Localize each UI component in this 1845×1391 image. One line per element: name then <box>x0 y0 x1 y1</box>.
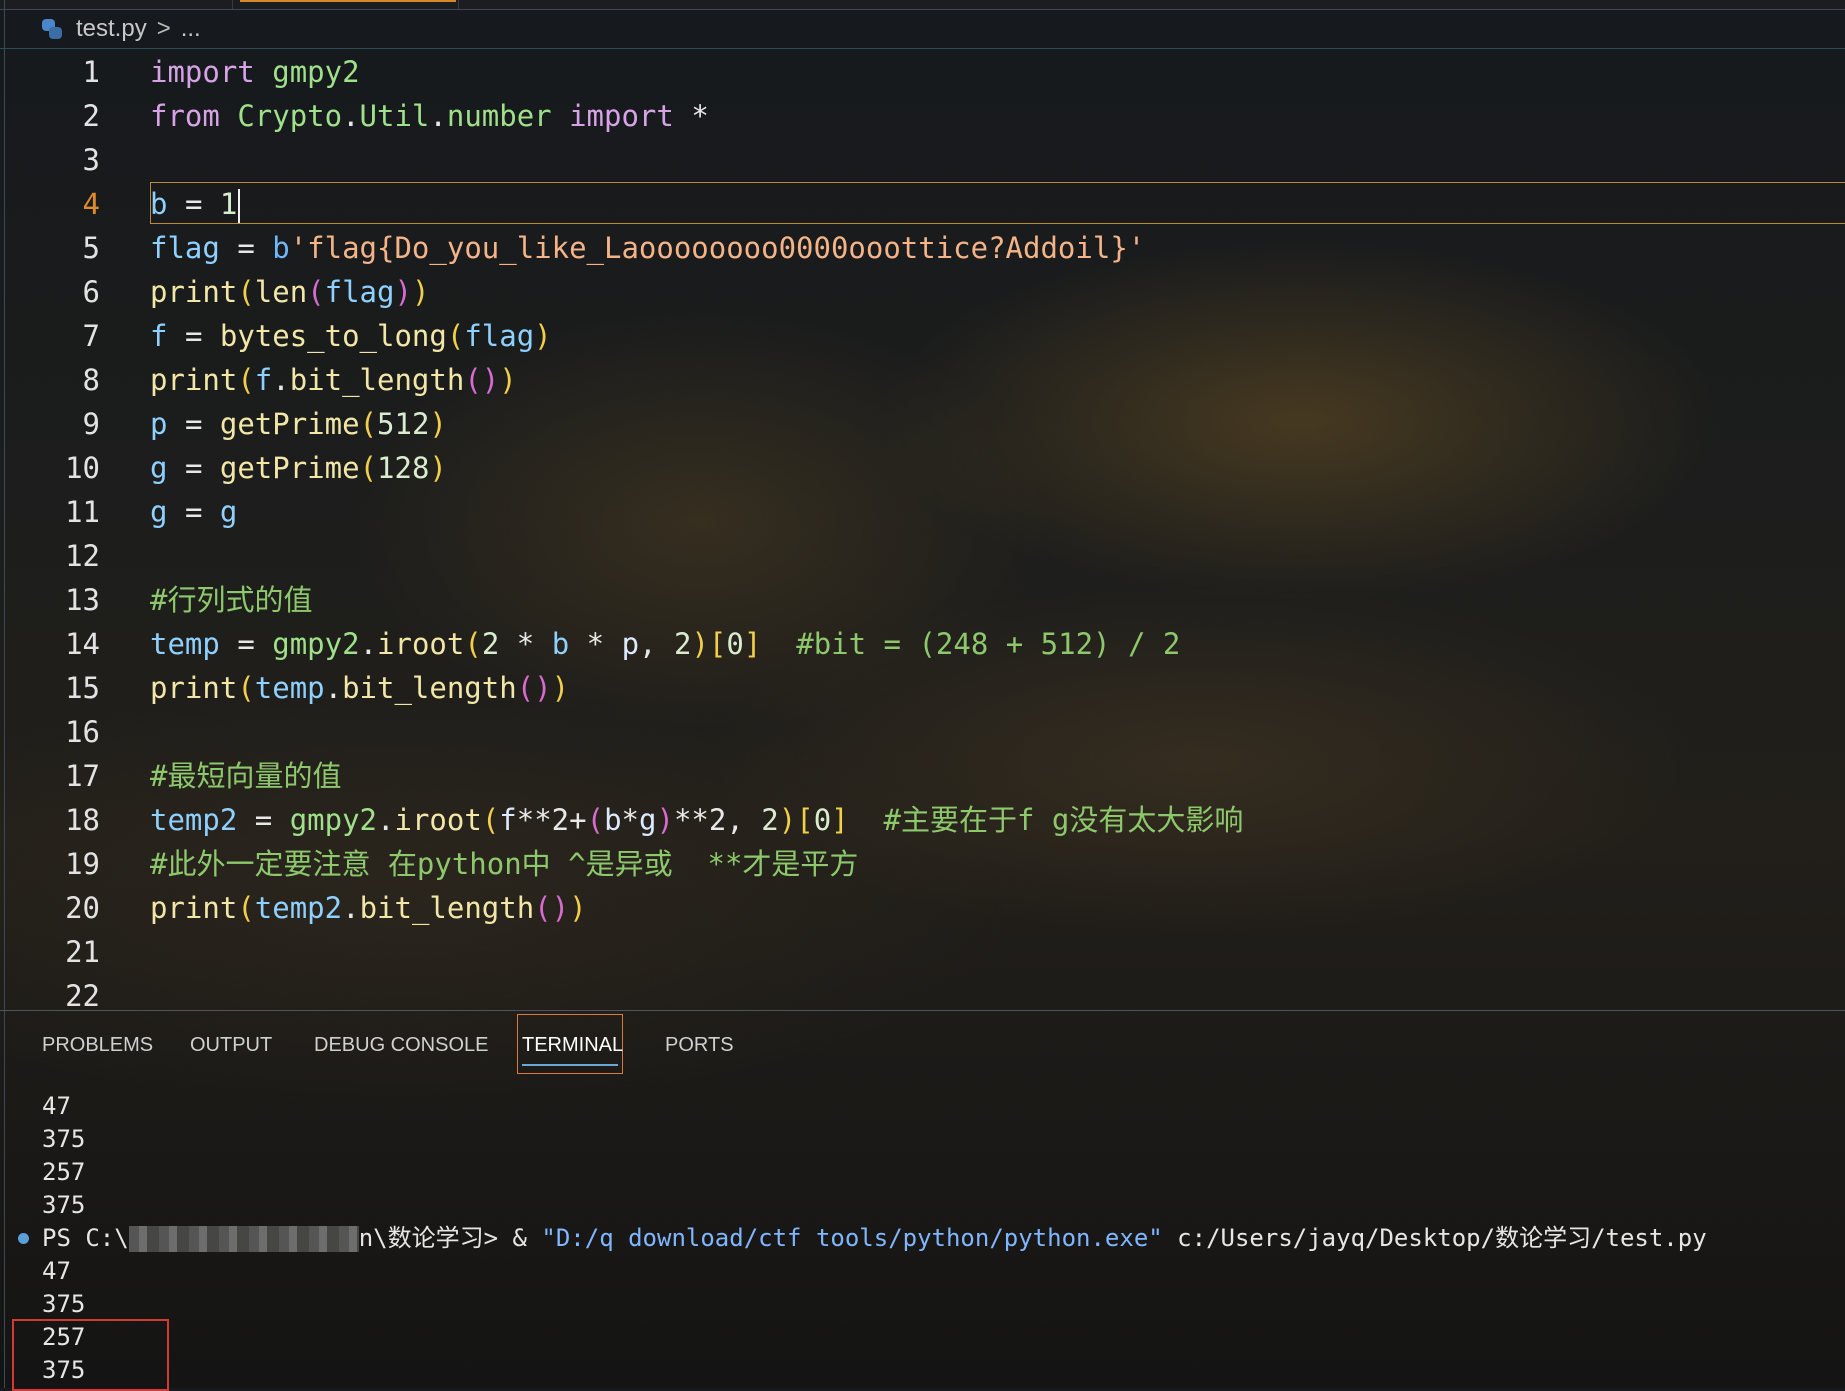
tab-separator <box>232 0 233 9</box>
terminal-output-line: 257 <box>42 1158 86 1186</box>
code-line[interactable]: 14 temp = gmpy2.iroot(2 * b * p, 2)[0] #… <box>0 622 1845 666</box>
terminal-command-line: PS C:\ n\数论学习> & "D:/q download/ctf tools… <box>42 1224 1707 1252</box>
line-number: 2 <box>82 99 100 133</box>
line-number: 10 <box>65 451 100 485</box>
python-file-icon <box>40 17 64 41</box>
code-line[interactable]: 10 g = getPrime(128) <box>0 446 1845 490</box>
code-line[interactable]: 5 flag = b'flag{Do_you_like_Laoooooooo00… <box>0 226 1845 270</box>
line-number: 19 <box>65 847 100 881</box>
code-line[interactable]: 3 <box>0 138 1845 182</box>
line-number: 16 <box>65 715 100 749</box>
active-tab-underline <box>522 1064 618 1066</box>
terminal-output-line: 47 <box>42 1092 71 1120</box>
terminal-output-line: 47 <box>42 1257 71 1285</box>
code-line[interactable]: 2 from Crypto.Util.number import * <box>0 94 1845 138</box>
tab-terminal[interactable]: TERMINAL <box>522 1034 623 1057</box>
code-line[interactable]: 21 <box>0 930 1845 974</box>
line-number: 1 <box>82 55 100 89</box>
redacted-path <box>128 1226 359 1252</box>
code-line[interactable]: 17 #最短向量的值 <box>0 754 1845 798</box>
code-line[interactable]: 12 <box>0 534 1845 578</box>
code-line[interactable]: 11 g = g <box>0 490 1845 534</box>
code-line[interactable]: 9 p = getPrime(512) <box>0 402 1845 446</box>
line-number: 15 <box>65 671 100 705</box>
code-line[interactable]: 13 #行列式的值 <box>0 578 1845 622</box>
line-number: 3 <box>82 143 100 177</box>
terminal[interactable]: 47 375 257 375 PS C:\ n\数论学习> & "D:/q dow… <box>0 1090 1845 1388</box>
code-line[interactable]: 15 print(temp.bit_length()) <box>0 666 1845 710</box>
code-line-active[interactable]: 4 b = 1 <box>0 182 1845 226</box>
line-number: 13 <box>65 583 100 617</box>
line-number: 6 <box>82 275 100 309</box>
breadcrumb-file[interactable]: test.py <box>76 15 147 43</box>
command-status-dot-icon[interactable] <box>18 1233 29 1244</box>
breadcrumb-more[interactable]: ... <box>181 15 201 43</box>
panel-tabs: PROBLEMS OUTPUT DEBUG CONSOLE TERMINAL P… <box>0 1012 1845 1082</box>
code-line[interactable]: 18 temp2 = gmpy2.iroot(f**2+(b*g)**2, 2)… <box>0 798 1845 842</box>
code-line[interactable]: 19 #此外一定要注意 在python中 ^是异或 **才是平方 <box>0 842 1845 886</box>
terminal-output-line: 375 <box>42 1290 86 1318</box>
tab-output[interactable]: OUTPUT <box>190 1034 272 1057</box>
code-line[interactable]: 6 print(len(flag)) <box>0 270 1845 314</box>
annotation-highlight-box <box>12 1319 169 1391</box>
code-editor[interactable]: 1 import gmpy2 2 from Crypto.Util.number… <box>0 50 1845 1013</box>
line-number: 5 <box>82 231 100 265</box>
code-line[interactable]: 8 print(f.bit_length()) <box>0 358 1845 402</box>
code-line[interactable]: 20 print(temp2.bit_length()) <box>0 886 1845 930</box>
tab-debug-console[interactable]: DEBUG CONSOLE <box>314 1034 488 1057</box>
tab-problems[interactable]: PROBLEMS <box>42 1034 153 1057</box>
terminal-output-line: 375 <box>42 1191 86 1219</box>
panel-divider[interactable] <box>0 1010 1845 1011</box>
line-number: 18 <box>65 803 100 837</box>
tab-ports[interactable]: PORTS <box>665 1034 734 1057</box>
line-number: 12 <box>65 539 100 573</box>
terminal-output-line: 375 <box>42 1125 86 1153</box>
line-number: 11 <box>65 495 100 529</box>
chevron-right-icon: > <box>156 15 171 42</box>
code-line[interactable]: 16 <box>0 710 1845 754</box>
editor-tab-strip <box>0 0 1845 10</box>
line-number: 7 <box>82 319 100 353</box>
breadcrumb: test.py > ... <box>0 10 1845 49</box>
line-number: 20 <box>65 891 100 925</box>
line-number: 17 <box>65 759 100 793</box>
line-number-active: 4 <box>82 187 100 221</box>
code-line[interactable]: 1 import gmpy2 <box>0 50 1845 94</box>
tab-separator <box>458 0 459 9</box>
line-number: 21 <box>65 935 100 969</box>
line-number: 8 <box>82 363 100 397</box>
line-number: 14 <box>65 627 100 661</box>
text-cursor <box>238 189 241 223</box>
line-number: 9 <box>82 407 100 441</box>
active-tab-indicator <box>240 0 456 2</box>
code-line[interactable]: 7 f = bytes_to_long(flag) <box>0 314 1845 358</box>
